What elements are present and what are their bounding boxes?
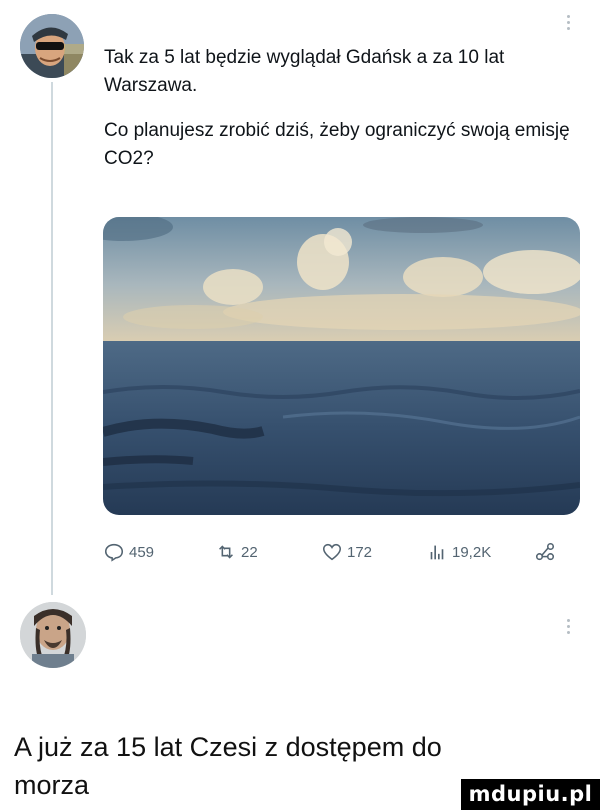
share-action[interactable] <box>534 538 556 566</box>
sea-horizon-photo <box>103 217 580 515</box>
author-avatar[interactable] <box>20 14 84 78</box>
reply-more-options-icon[interactable] <box>567 616 570 637</box>
user-avatar <box>20 602 86 668</box>
tweet-actions: 459 22 172 19,2K <box>103 538 558 566</box>
reply-icon <box>104 543 124 562</box>
heart-icon <box>322 543 342 561</box>
more-options-icon[interactable] <box>567 12 570 33</box>
like-action[interactable]: 172 <box>321 538 372 566</box>
thread-line <box>51 82 53 595</box>
reply-count: 459 <box>129 543 155 561</box>
meme-caption: A już za 15 lat Czesi z dostępem do morz… <box>14 732 442 800</box>
tweet-image[interactable] <box>103 217 580 515</box>
author-avatar-icon <box>20 14 84 78</box>
share-icon <box>535 542 555 561</box>
like-count: 172 <box>347 543 373 561</box>
tweet-text: Tak za 5 lat będzie wyglądał Gdańsk a za… <box>104 44 574 190</box>
retweet-count: 22 <box>241 543 258 561</box>
retweet-action[interactable]: 22 <box>215 538 258 566</box>
views-action[interactable]: 19,2K <box>426 538 491 566</box>
views-count: 19,2K <box>452 543 492 561</box>
tweet-paragraph-1: Tak za 5 lat będzie wyglądał Gdańsk a za… <box>104 47 505 96</box>
reply-avatar[interactable] <box>20 602 86 668</box>
site-watermark: mdupiu.pl <box>461 779 600 810</box>
retweet-icon <box>219 545 233 559</box>
reply-action[interactable]: 459 <box>103 538 154 566</box>
tweet-paragraph-2: Co planujesz zrobić dziś, żeby ograniczy… <box>104 120 570 169</box>
bar-chart-icon <box>430 545 444 560</box>
